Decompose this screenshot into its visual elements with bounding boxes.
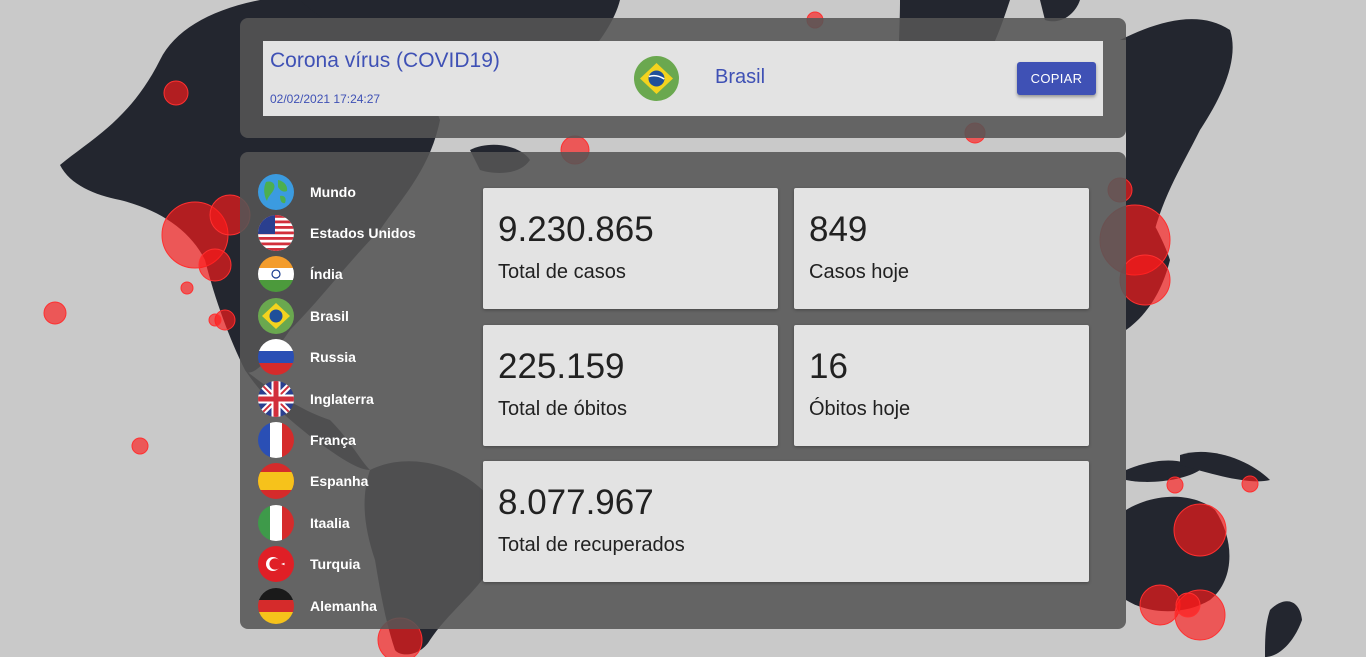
- country-label: Espanha: [310, 473, 369, 490]
- recovered-card: 8.077.967 Total de recuperados: [483, 461, 1089, 582]
- country-label: França: [310, 432, 356, 449]
- header-panel: Corona vírus (COVID19) 02/02/2021 17:24:…: [240, 18, 1126, 138]
- recovered-value: 8.077.967: [498, 483, 654, 522]
- country-label: Mundo: [310, 183, 356, 200]
- country-label: Índia: [310, 266, 343, 283]
- flag-russia-icon: [258, 339, 294, 376]
- main-panel: Mundo Estados Unidos Índia Brasil Russia…: [240, 152, 1126, 629]
- country-item-espanha[interactable]: Espanha: [258, 461, 458, 502]
- total-deaths-label: Total de óbitos: [498, 398, 627, 420]
- country-label: Russia: [310, 349, 356, 366]
- total-cases-card: 9.230.865 Total de casos: [483, 188, 778, 309]
- flag-italy-icon: [258, 504, 294, 541]
- total-cases-label: Total de casos: [498, 261, 626, 283]
- selected-country-name: Brasil: [715, 66, 766, 88]
- flag-brazil-icon: [258, 297, 294, 334]
- flag-germany-icon: [258, 587, 294, 624]
- country-item-itaalia[interactable]: Itaalia: [258, 502, 458, 543]
- country-label: Brasil: [310, 307, 349, 324]
- country-item-alemanha[interactable]: Alemanha: [258, 585, 458, 626]
- flag-france-icon: [258, 422, 294, 459]
- country-item-franca[interactable]: França: [258, 419, 458, 460]
- flag-usa-icon: [258, 215, 294, 252]
- country-item-mundo[interactable]: Mundo: [258, 171, 458, 212]
- country-label: Estados Unidos: [310, 225, 416, 242]
- page-title: Corona vírus (COVID19): [270, 49, 500, 72]
- copy-button[interactable]: COPIAR: [1017, 62, 1096, 95]
- recovered-label: Total de recuperados: [498, 534, 685, 556]
- country-list: Mundo Estados Unidos Índia Brasil Russia…: [258, 171, 458, 626]
- cases-today-card: 849 Casos hoje: [794, 188, 1089, 309]
- update-timestamp: 02/02/2021 17:24:27: [270, 92, 381, 106]
- flag-india-icon: [258, 256, 294, 293]
- flag-spain-icon: [258, 463, 294, 500]
- total-deaths-value: 225.159: [498, 347, 625, 386]
- country-item-india[interactable]: Índia: [258, 254, 458, 295]
- total-cases-value: 9.230.865: [498, 210, 654, 249]
- country-item-brasil[interactable]: Brasil: [258, 295, 458, 336]
- header-bar: Corona vírus (COVID19) 02/02/2021 17:24:…: [263, 41, 1103, 116]
- globe-icon: [258, 173, 294, 210]
- cases-today-label: Casos hoje: [809, 261, 910, 283]
- cases-today-value: 849: [809, 210, 868, 249]
- total-deaths-card: 225.159 Total de óbitos: [483, 325, 778, 446]
- country-item-estados-unidos[interactable]: Estados Unidos: [258, 212, 458, 253]
- country-label: Turquia: [310, 556, 361, 573]
- country-label: Itaalia: [310, 514, 350, 531]
- flag-uk-icon: [258, 380, 294, 417]
- country-item-turquia[interactable]: Turquia: [258, 544, 458, 585]
- deaths-today-card: 16 Óbitos hoje: [794, 325, 1089, 446]
- flag-brazil-icon: [634, 56, 679, 101]
- deaths-today-label: Óbitos hoje: [809, 398, 911, 420]
- flag-turkey-icon: [258, 546, 294, 583]
- country-label: Alemanha: [310, 597, 377, 614]
- country-label: Inglaterra: [310, 390, 374, 407]
- country-item-russia[interactable]: Russia: [258, 337, 458, 378]
- deaths-today-value: 16: [809, 347, 848, 386]
- country-item-inglaterra[interactable]: Inglaterra: [258, 378, 458, 419]
